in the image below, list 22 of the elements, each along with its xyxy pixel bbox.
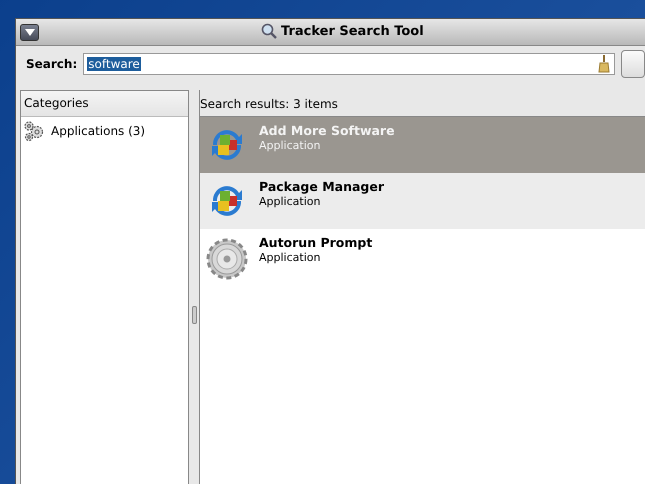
result-name: Autorun Prompt <box>259 235 372 250</box>
result-name: Package Manager <box>259 179 384 194</box>
results-summary: Search results: 3 items <box>200 96 339 113</box>
caret-icon <box>24 28 34 36</box>
result-type: Application <box>259 195 322 208</box>
result-name: Add More Software <box>259 123 395 138</box>
search-field[interactable]: software <box>83 53 616 75</box>
result-type: Application <box>259 251 322 264</box>
result-item[interactable]: Autorun Prompt Application <box>200 229 645 285</box>
magnifier-icon <box>261 23 277 39</box>
column-header[interactable]: Categories <box>21 91 188 117</box>
result-item[interactable]: Package Manager Application <box>200 173 645 229</box>
search-text: software <box>87 57 141 71</box>
result-type: Application <box>259 139 322 152</box>
category-item[interactable]: Applications (3) <box>21 117 188 145</box>
find-button[interactable] <box>621 50 645 78</box>
window-menu-button[interactable] <box>20 24 39 40</box>
search-label: Search: <box>26 57 78 71</box>
gear-icon <box>205 237 249 281</box>
broom-icon[interactable] <box>598 55 610 73</box>
gears-icon <box>23 120 45 142</box>
window-title: Tracker Search Tool <box>281 24 424 38</box>
